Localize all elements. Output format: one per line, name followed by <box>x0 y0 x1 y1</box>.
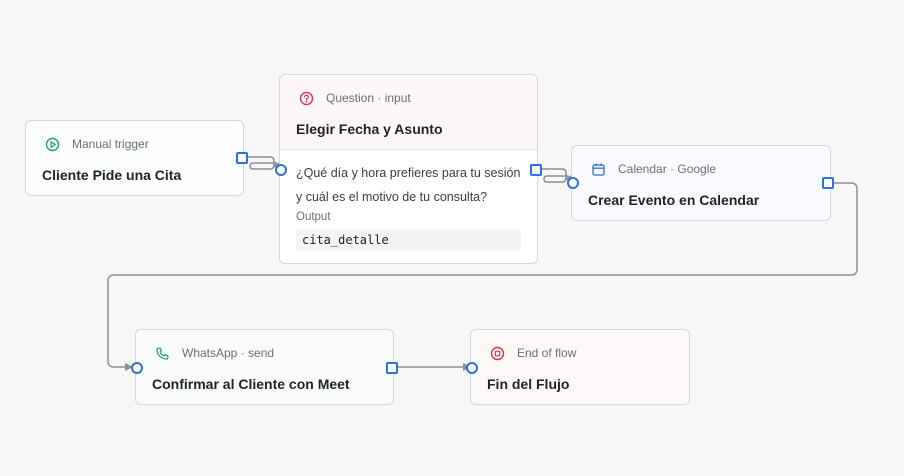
node-title: Confirmar al Cliente con Meet <box>152 376 350 392</box>
question-circle-icon <box>299 91 314 106</box>
play-circle-icon <box>45 137 60 152</box>
calendar-input-port[interactable] <box>567 177 579 189</box>
question-output-port[interactable] <box>530 164 542 176</box>
node-header: Question · input <box>299 91 537 105</box>
output-label: Output <box>296 211 331 223</box>
flow-canvas[interactable]: Manual trigger Cliente Pide una Cita Que… <box>0 0 904 476</box>
phone-icon <box>155 346 170 361</box>
node-whatsapp[interactable]: WhatsApp · send Confirmar al Cliente con… <box>135 329 394 405</box>
node-header: Calendar · Google <box>591 162 830 176</box>
output-variable: cita_detalle <box>296 229 521 251</box>
whatsapp-output-port[interactable] <box>386 362 398 374</box>
question-input-port[interactable] <box>275 164 287 176</box>
node-type-label: WhatsApp · send <box>182 346 275 360</box>
node-divider <box>280 149 537 150</box>
node-question[interactable]: Question · input Elegir Fecha y Asunto ¿… <box>279 74 538 264</box>
calendar-output-port[interactable] <box>822 177 834 189</box>
node-calendar[interactable]: Calendar · Google Crear Evento en Calend… <box>571 145 831 221</box>
node-title: Crear Evento en Calendar <box>588 192 760 208</box>
node-type-label: Calendar · Google <box>618 162 717 176</box>
node-header: Manual trigger <box>45 137 243 151</box>
node-end-of-flow[interactable]: End of flow Fin del Flujo <box>470 329 690 405</box>
end-input-port[interactable] <box>466 362 478 374</box>
node-type-label: Manual trigger <box>72 137 149 151</box>
node-header-band <box>280 75 537 149</box>
node-title: Elegir Fecha y Asunto <box>296 121 443 137</box>
node-header: End of flow <box>490 346 689 360</box>
trigger-output-port[interactable] <box>236 152 248 164</box>
node-title: Cliente Pide una Cita <box>42 167 182 183</box>
node-title: Fin del Flujo <box>487 376 570 392</box>
node-type-label: End of flow <box>517 346 577 360</box>
node-type-label: Question · input <box>326 91 411 105</box>
node-manual-trigger[interactable]: Manual trigger Cliente Pide una Cita <box>25 120 244 196</box>
node-header: WhatsApp · send <box>155 346 393 360</box>
stop-circle-icon <box>490 346 505 361</box>
calendar-icon <box>591 162 606 177</box>
whatsapp-input-port[interactable] <box>131 362 143 374</box>
question-text: ¿Qué día y hora prefieres para tu sesión… <box>296 166 521 204</box>
